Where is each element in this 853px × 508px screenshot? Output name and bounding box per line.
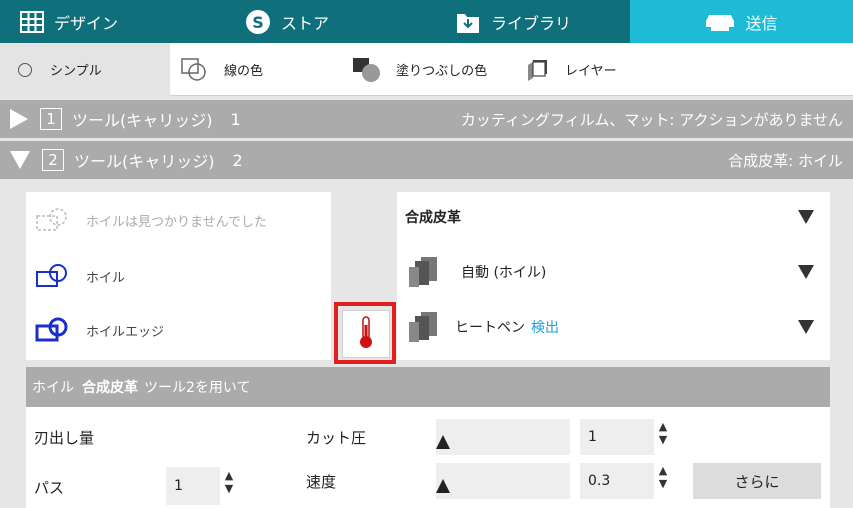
material-item-label: ホイルは見つかりませんでした	[86, 214, 267, 230]
radio-icon	[18, 62, 32, 77]
dropdown-arrow-icon[interactable]	[798, 265, 814, 279]
settings-header: ホイル 合成皮革 ツール2を用いて	[26, 367, 830, 407]
store-s-icon: S	[245, 9, 271, 35]
layer-option[interactable]: レイヤー	[525, 43, 675, 96]
layer-label: レイヤー	[565, 64, 617, 79]
passes-label: パス	[34, 479, 65, 497]
foil-icon	[34, 262, 74, 290]
line-color-icon	[180, 57, 210, 83]
tool-row-1[interactable]: 1 ツール(キャリッジ) 1 カッティングフィルム、マット: アクションがありま…	[0, 100, 853, 138]
material-item-label: ホイルエッジ	[86, 324, 165, 340]
tool-index: 2	[232, 150, 243, 170]
material-item-not-found: ホイルは見つかりませんでした	[34, 200, 267, 240]
slider-thumb[interactable]	[436, 435, 450, 449]
tab-design[interactable]: デザイン	[20, 0, 200, 43]
material-dropdown-value: 合成皮革	[405, 210, 461, 226]
material-item-foil-edge[interactable]: ホイルエッジ	[34, 310, 164, 350]
material-dropdown[interactable]: 合成皮革	[397, 192, 830, 242]
tool-holder-icon	[407, 255, 441, 289]
sub-tool-bar: シンプル 線の色 塗りつぶしの色 レイヤー	[0, 43, 853, 96]
more-settings-label: さらに	[734, 472, 780, 491]
stepper-down-icon[interactable]: ▼	[656, 477, 670, 490]
settings-panel: 刃出し量 パス 1 ▲ ▼ カット圧 速度 1 ▲ ▼ 0.3 ▲ ▼ さらに	[26, 407, 830, 508]
tab-design-label: デザイン	[54, 13, 119, 33]
tool-dropdown[interactable]: ヒートペン 検出	[397, 302, 830, 352]
material-option-panel: ホイルは見つかりませんでした ホイル ホイルエッジ	[26, 192, 331, 360]
material-settings-panel: 合成皮革 自動 (ホイル) ヒートペン 検出	[397, 192, 830, 360]
simple-mode-label: シンプル	[50, 64, 102, 79]
stepper-up-icon[interactable]: ▲	[222, 469, 236, 482]
force-stepper[interactable]: ▲ ▼	[656, 420, 670, 446]
tab-store-label: ストア	[281, 13, 330, 33]
fill-color-icon	[352, 57, 382, 83]
tool-row-2[interactable]: 2 ツール(キャリッジ) 2 合成皮革: ホイル	[0, 141, 853, 179]
action-dropdown[interactable]: 自動 (ホイル)	[397, 247, 830, 297]
settings-header-material: 合成皮革	[82, 380, 138, 396]
stepper-up-icon[interactable]: ▲	[656, 420, 670, 433]
layer-icon	[525, 58, 551, 82]
speed-input[interactable]: 0.3	[580, 463, 654, 499]
tool-holder-icon	[407, 310, 441, 344]
stepper-down-icon[interactable]: ▼	[222, 482, 236, 495]
tool-detect-label: 検出	[531, 320, 559, 336]
force-slider[interactable]	[436, 419, 570, 455]
speed-stepper[interactable]: ▲ ▼	[656, 464, 670, 490]
speed-slider[interactable]	[436, 463, 570, 499]
slider-thumb[interactable]	[436, 479, 450, 493]
tab-send-label: 送信	[745, 13, 778, 33]
tab-send[interactable]: 送信	[630, 0, 853, 43]
svg-text:S: S	[252, 13, 264, 32]
tool-status: 合成皮革: ホイル	[728, 151, 843, 170]
passes-input[interactable]: 1	[166, 467, 220, 505]
force-label: カット圧	[306, 429, 367, 447]
line-color-option[interactable]: 線の色	[180, 43, 330, 96]
material-item-label: ホイル	[86, 270, 126, 286]
foil-disabled-icon	[34, 206, 74, 234]
force-input[interactable]: 1	[580, 419, 654, 455]
force-value: 1	[588, 429, 597, 445]
passes-value: 1	[174, 478, 183, 494]
speed-label: 速度	[306, 473, 337, 491]
tool-number-badge: 1	[40, 108, 62, 130]
top-tab-bar: デザイン S ストア ライブラリ 送信	[0, 0, 853, 43]
stepper-up-icon[interactable]: ▲	[656, 464, 670, 477]
tool-status: カッティングフィルム、マット: アクションがありません	[460, 110, 843, 129]
speed-value: 0.3	[588, 473, 611, 489]
settings-header-prefix: ホイル	[32, 380, 74, 396]
line-color-label: 線の色	[224, 64, 264, 79]
collapse-triangle-icon[interactable]	[10, 151, 30, 169]
grid-icon	[20, 10, 44, 33]
dropdown-arrow-icon[interactable]	[798, 320, 814, 334]
action-dropdown-value: 自動 (ホイル)	[461, 265, 547, 281]
tool-dropdown-value: ヒートペン	[455, 320, 525, 336]
tab-library[interactable]: ライブラリ	[455, 0, 635, 43]
tab-library-label: ライブラリ	[491, 13, 572, 33]
simple-mode-option[interactable]: シンプル	[0, 43, 170, 96]
library-download-icon	[455, 10, 481, 34]
settings-header-suffix: ツール2を用いて	[144, 380, 251, 396]
tool-label: ツール(キャリッジ)	[72, 111, 213, 130]
fill-color-label: 塗りつぶしの色	[396, 64, 488, 79]
dropdown-arrow-icon[interactable]	[798, 210, 814, 224]
more-settings-button[interactable]: さらに	[693, 463, 821, 499]
heat-pen-button[interactable]	[342, 310, 390, 358]
foil-edge-icon	[34, 316, 74, 344]
tool-number-badge: 2	[42, 149, 64, 171]
cutting-machine-icon	[705, 11, 735, 33]
heat-pen-button-highlight[interactable]	[334, 302, 396, 364]
expand-triangle-icon[interactable]	[10, 109, 28, 129]
fill-color-option[interactable]: 塗りつぶしの色	[352, 43, 522, 96]
blade-depth-label: 刃出し量	[34, 429, 95, 447]
thermometer-icon	[358, 315, 374, 353]
tool-label: ツール(キャリッジ)	[74, 152, 215, 171]
material-item-foil[interactable]: ホイル	[34, 256, 125, 296]
tool-index: 1	[230, 109, 241, 129]
stepper-down-icon[interactable]: ▼	[656, 433, 670, 446]
passes-stepper[interactable]: ▲ ▼	[222, 469, 236, 495]
tab-store[interactable]: S ストア	[245, 0, 425, 43]
